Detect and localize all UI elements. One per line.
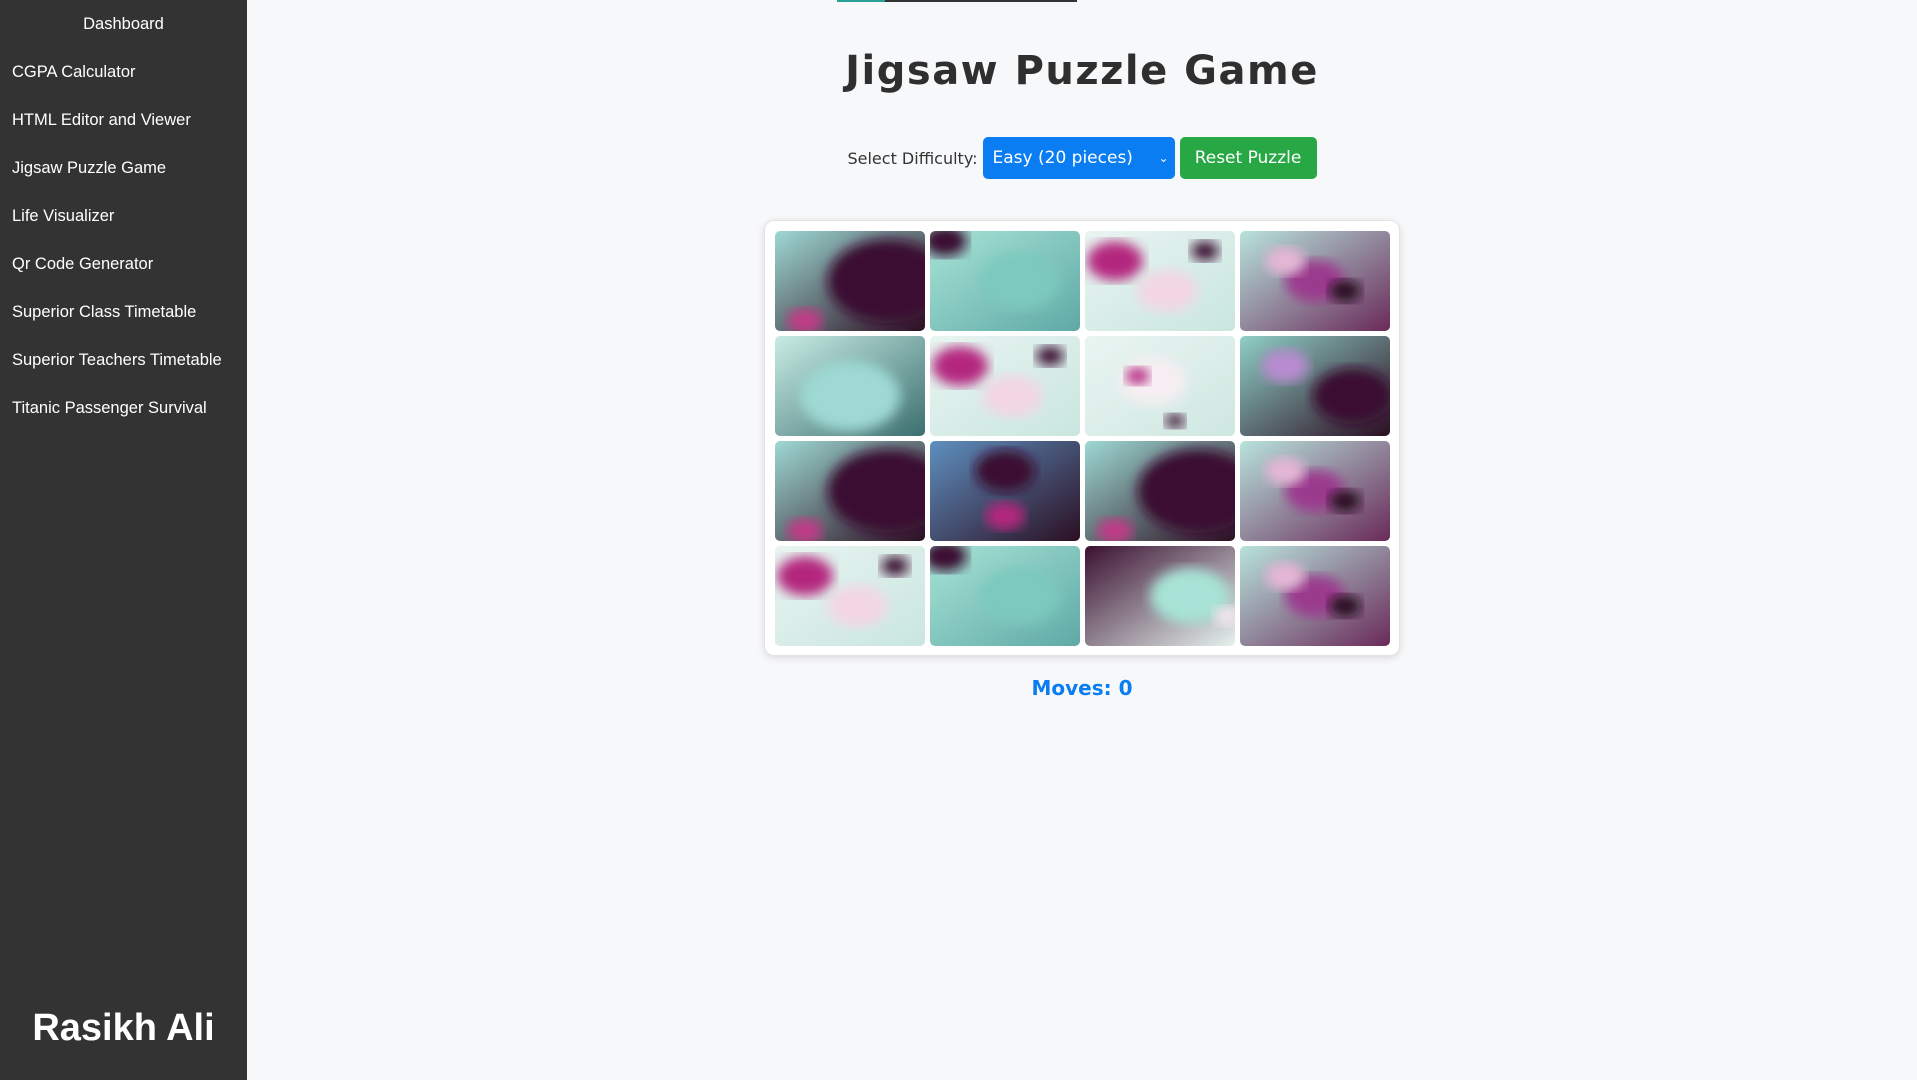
puzzle-piece[interactable] xyxy=(1085,231,1235,331)
difficulty-selected-value: Easy (20 pieces) xyxy=(992,148,1133,168)
puzzle-piece[interactable] xyxy=(930,441,1080,541)
puzzle-board xyxy=(764,220,1400,656)
sidebar-item-qr-code-generator[interactable]: Qr Code Generator xyxy=(0,240,247,288)
difficulty-select[interactable]: Easy (20 pieces) ⌄ xyxy=(982,137,1175,179)
reset-puzzle-button[interactable]: Reset Puzzle xyxy=(1179,137,1317,179)
moves-counter: Moves: 0 xyxy=(1031,676,1133,700)
puzzle-piece[interactable] xyxy=(930,336,1080,436)
brand-name: Rasikh Ali xyxy=(32,1007,215,1049)
top-indicator-accent xyxy=(837,0,885,2)
puzzle-piece[interactable] xyxy=(1085,441,1235,541)
puzzle-piece[interactable] xyxy=(1085,336,1235,436)
top-scroll-indicator xyxy=(837,0,1077,2)
puzzle-piece[interactable] xyxy=(1240,441,1390,541)
difficulty-label: Select Difficulty: xyxy=(847,148,978,168)
sidebar-item-cgpa-calculator[interactable]: CGPA Calculator xyxy=(0,48,247,96)
chevron-down-icon: ⌄ xyxy=(1158,151,1169,165)
puzzle-piece[interactable] xyxy=(930,231,1080,331)
puzzle-piece[interactable] xyxy=(1240,231,1390,331)
main-content: Jigsaw Puzzle Game Select Difficulty: Ea… xyxy=(247,0,1917,1080)
puzzle-piece[interactable] xyxy=(1240,336,1390,436)
puzzle-piece[interactable] xyxy=(775,336,925,436)
puzzle-piece[interactable] xyxy=(775,546,925,646)
puzzle-grid xyxy=(775,231,1390,646)
sidebar-item-life-visualizer[interactable]: Life Visualizer xyxy=(0,192,247,240)
puzzle-piece[interactable] xyxy=(775,441,925,541)
puzzle-piece[interactable] xyxy=(930,546,1080,646)
puzzle-controls: Select Difficulty: Easy (20 pieces) ⌄ Re… xyxy=(247,137,1917,179)
sidebar-item-teachers-timetable[interactable]: Superior Teachers Timetable xyxy=(0,336,247,384)
sidebar: Dashboard CGPA Calculator HTML Editor an… xyxy=(0,0,247,1080)
sidebar-item-class-timetable[interactable]: Superior Class Timetable xyxy=(0,288,247,336)
sidebar-item-jigsaw-puzzle[interactable]: Jigsaw Puzzle Game xyxy=(0,144,247,192)
sidebar-nav: Dashboard CGPA Calculator HTML Editor an… xyxy=(0,0,247,432)
sidebar-item-html-editor[interactable]: HTML Editor and Viewer xyxy=(0,96,247,144)
sidebar-item-dashboard[interactable]: Dashboard xyxy=(0,0,247,48)
page-title: Jigsaw Puzzle Game xyxy=(845,48,1319,94)
puzzle-piece[interactable] xyxy=(775,231,925,331)
sidebar-item-titanic-survival[interactable]: Titanic Passenger Survival xyxy=(0,384,247,432)
puzzle-piece[interactable] xyxy=(1240,546,1390,646)
puzzle-piece[interactable] xyxy=(1085,546,1235,646)
